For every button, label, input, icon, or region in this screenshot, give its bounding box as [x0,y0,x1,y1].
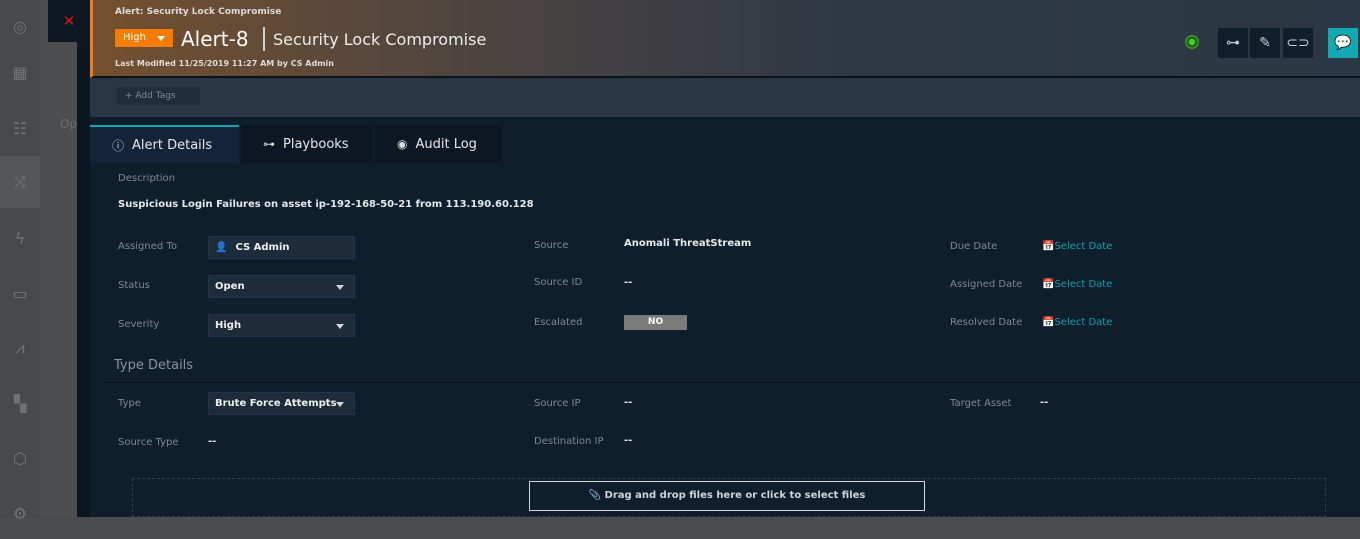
dashboard-icon[interactable]: ◎ [0,0,40,52]
comments-button[interactable]: 💬 [1328,28,1358,58]
assigned-to-label: Assigned To [118,241,177,252]
shield-icon[interactable]: ⬡ [0,432,40,484]
settings-icon[interactable]: ⚙ [0,487,40,539]
status-indicator-icon [1185,35,1199,49]
severity-label: Severity [118,319,160,330]
calendar-icon: 📅 [1042,317,1055,328]
team-icon[interactable]: ☷ [0,102,40,154]
assigned-to-value: CS Admin [235,242,290,253]
chevron-down-icon [336,324,344,329]
assigned-date-picker[interactable]: 📅Select Date [1042,279,1112,290]
target-asset-label: Target Asset [950,398,1012,409]
escalated-label: Escalated [534,317,583,328]
description-label: Description [118,173,175,184]
widgets-icon[interactable]: ▚ [0,377,40,429]
source-ip-value: -- [624,397,633,408]
status-dropdown[interactable]: Open [208,275,355,298]
type-dropdown[interactable]: Brute Force Attempts [208,392,355,415]
title-divider [263,27,265,51]
tab-bar: ⓘ Alert Details ⊶ Playbooks ◉ Audit Log [90,125,504,163]
edit-button[interactable]: ✎ [1250,28,1280,58]
alert-panel: Alert: Security Lock Compromise High Ale… [90,0,1360,517]
escalated-toggle[interactable]: NO [624,315,687,330]
section-divider [104,382,1360,383]
add-tags-button[interactable]: + Add Tags [117,87,200,105]
source-type-value: -- [208,436,217,447]
tags-bar: + Add Tags [90,78,1360,117]
resolved-date-picker[interactable]: 📅Select Date [1042,317,1112,328]
bolt-icon[interactable]: ϟ [0,212,40,264]
status-label: Status [118,280,150,291]
tab-alert-details[interactable]: ⓘ Alert Details [90,125,239,163]
close-icon: ✕ [62,12,76,30]
severity-label: High [123,32,146,43]
assigned-to-field[interactable]: 👤 CS Admin [208,236,355,259]
resolved-date-label: Resolved Date [950,317,1023,328]
playbook-button[interactable]: ⊶ [1218,28,1248,58]
severity-select[interactable]: High [208,314,355,337]
close-button[interactable]: ✕ [48,0,90,42]
chevron-down-icon [336,402,344,407]
target-asset-value: -- [1040,397,1049,408]
due-date-label: Due Date [950,241,998,252]
link-button[interactable]: ⊂⊃ [1283,28,1313,58]
tab-label: Audit Log [415,136,477,152]
assigned-date-label: Assigned Date [950,279,1023,290]
select-date-text: Select Date [1054,241,1113,252]
destination-ip-value: -- [624,435,633,446]
last-modified: Last Modified 11/25/2019 11:27 AM by CS … [115,59,334,68]
tab-label: Alert Details [132,137,213,153]
source-value: Anomali ThreatStream [624,238,752,249]
hierarchy-icon: ⊶ [263,137,275,151]
calendar-icon: 📅 [1042,279,1055,290]
tab-label: Playbooks [283,136,349,152]
tab-audit-log[interactable]: ◉ Audit Log [375,125,502,163]
sidebar: ◎ ▦ ☷ ⤨ ϟ ▭ ⩘ ▚ ⬡ ⚙ [0,0,40,523]
select-date-text: Select Date [1054,279,1113,290]
select-date-text: Select Date [1054,317,1113,328]
panel-edge [77,42,90,517]
destination-ip-label: Destination IP [534,436,604,447]
status-value: Open [215,281,245,292]
page-title: Security Lock Compromise [273,30,487,49]
description-text: Suspicious Login Failures on asset ip-19… [118,199,534,210]
chevron-down-icon [336,285,344,290]
pencil-icon: ✎ [1259,35,1271,51]
eye-icon: ◉ [397,137,408,151]
calendar-icon: 📅 [1042,241,1055,252]
tab-playbooks[interactable]: ⊶ Playbooks [241,125,373,163]
link-icon: ⊂⊃ [1286,35,1310,51]
alert-id: Alert-8 [181,27,249,51]
severity-value: High [215,320,242,331]
briefcase-icon[interactable]: ▭ [0,267,40,319]
alert-header: Alert: Security Lock Compromise High Ale… [90,0,1360,78]
grid-icon[interactable]: ▦ [0,46,40,98]
source-label: Source [534,240,569,251]
background-page: Op [40,0,77,517]
alert-icon: ⓘ [112,138,125,153]
hierarchy-icon: ⊶ [1226,35,1240,51]
chart-icon[interactable]: ⩘ [0,322,40,374]
breadcrumb: Alert: Security Lock Compromise [115,7,282,17]
type-value: Brute Force Attempts [215,398,337,409]
chevron-down-icon [157,36,165,41]
paperclip-icon: 📎 [588,490,605,501]
shuffle-icon[interactable]: ⤨ [0,156,40,208]
chat-icon: 💬 [1334,35,1352,51]
severity-dropdown[interactable]: High [115,29,173,47]
user-icon: 👤 [215,242,228,253]
source-type-label: Source Type [118,437,179,448]
due-date-picker[interactable]: 📅Select Date [1042,241,1112,252]
type-label: Type [118,398,141,409]
source-id-value: -- [624,277,633,288]
source-id-label: Source ID [534,277,583,288]
type-details-heading: Type Details [114,358,194,373]
select-files-button[interactable]: 📎 Drag and drop files here or click to s… [529,481,925,511]
background-text: Op [60,117,78,131]
source-ip-label: Source IP [534,398,581,409]
upload-label: Drag and drop files here or click to sel… [604,490,866,501]
